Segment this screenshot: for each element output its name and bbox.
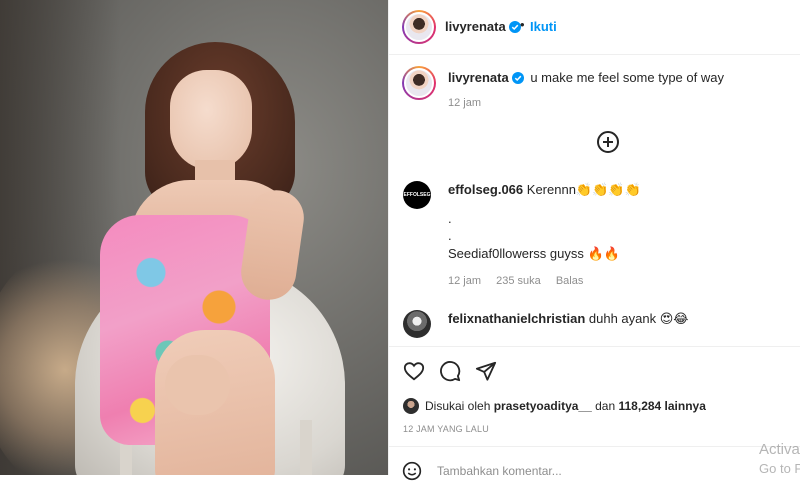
caption-time[interactable]: 12 jam xyxy=(448,97,481,109)
comment-username[interactable]: felixnathanielchristian xyxy=(448,311,585,326)
verified-badge-icon xyxy=(508,21,521,33)
comment-avatar[interactable] xyxy=(403,310,431,338)
photo-hands xyxy=(165,355,230,415)
action-bar xyxy=(389,346,800,382)
comment-extra-line: Seediaf0llowerss guyss 🔥🔥 xyxy=(448,246,620,261)
verified-badge-icon xyxy=(511,72,524,84)
photo-chair-leg xyxy=(300,420,312,475)
comment-line: felixnathanielchristian duhh ayank 😍😂 xyxy=(448,311,688,327)
comment-input[interactable]: Tambahkan komentar... xyxy=(437,464,562,478)
caption-text: u make me feel some type of way xyxy=(530,70,724,85)
comment-likes[interactable]: 235 suka xyxy=(496,275,541,287)
watermark-line1: Activa xyxy=(759,441,800,458)
comment-extra-line: . xyxy=(448,211,452,226)
caption-username[interactable]: livyrenata xyxy=(448,70,509,85)
liker-username[interactable]: prasetyoaditya__ xyxy=(494,399,592,413)
post-photo[interactable] xyxy=(0,0,388,475)
comment-extra-line: . xyxy=(448,228,452,243)
comment-line: effolseg.066 Kerennn👏👏👏👏 xyxy=(448,182,641,198)
post-header: livyrenata • Ikuti xyxy=(389,0,800,55)
separator-dot: • xyxy=(520,17,525,32)
follow-button[interactable]: Ikuti xyxy=(530,19,557,34)
comment-bubble-icon[interactable] xyxy=(439,360,461,382)
comment-time[interactable]: 12 jam xyxy=(448,275,481,287)
paper-plane-icon[interactable] xyxy=(475,360,497,382)
caption-avatar[interactable] xyxy=(402,66,436,100)
photo-face xyxy=(170,70,252,170)
likes-summary: Disukai oleh prasetyoaditya__ dan 118,28… xyxy=(403,398,706,414)
author-avatar[interactable] xyxy=(402,10,436,44)
comment-text: Kerennn👏👏👏👏 xyxy=(526,182,641,197)
activation-watermark: Activa Go to Pe xyxy=(759,440,800,478)
comment-text: duhh ayank 😍😂 xyxy=(588,311,689,326)
reply-button[interactable]: Balas xyxy=(556,275,584,287)
likes-prefix: Disukai oleh xyxy=(425,399,491,413)
likes-count[interactable]: 118,284 lainnya xyxy=(619,399,706,413)
author-username[interactable]: livyrenata xyxy=(445,19,521,34)
watermark-line2: Go to Pe xyxy=(759,461,800,476)
smiley-icon[interactable] xyxy=(402,461,422,481)
plus-circle-icon[interactable] xyxy=(597,131,619,153)
post-panel: livyrenata • Ikuti livyrenata u make me … xyxy=(388,0,800,481)
comment-meta: 12 jam 235 suka Balas xyxy=(448,275,595,287)
likes-middle: dan xyxy=(595,399,616,413)
add-comment-bar: Tambahkan komentar... xyxy=(389,446,800,481)
posted-time[interactable]: 12 JAM YANG LALU xyxy=(403,424,489,434)
comment-username[interactable]: effolseg.066 xyxy=(448,182,523,197)
heart-icon[interactable] xyxy=(403,360,425,382)
comment-avatar[interactable]: EFFOLSEG xyxy=(403,181,431,209)
liker-avatar[interactable] xyxy=(403,398,419,414)
caption-line: livyrenata u make me feel some type of w… xyxy=(448,70,724,85)
